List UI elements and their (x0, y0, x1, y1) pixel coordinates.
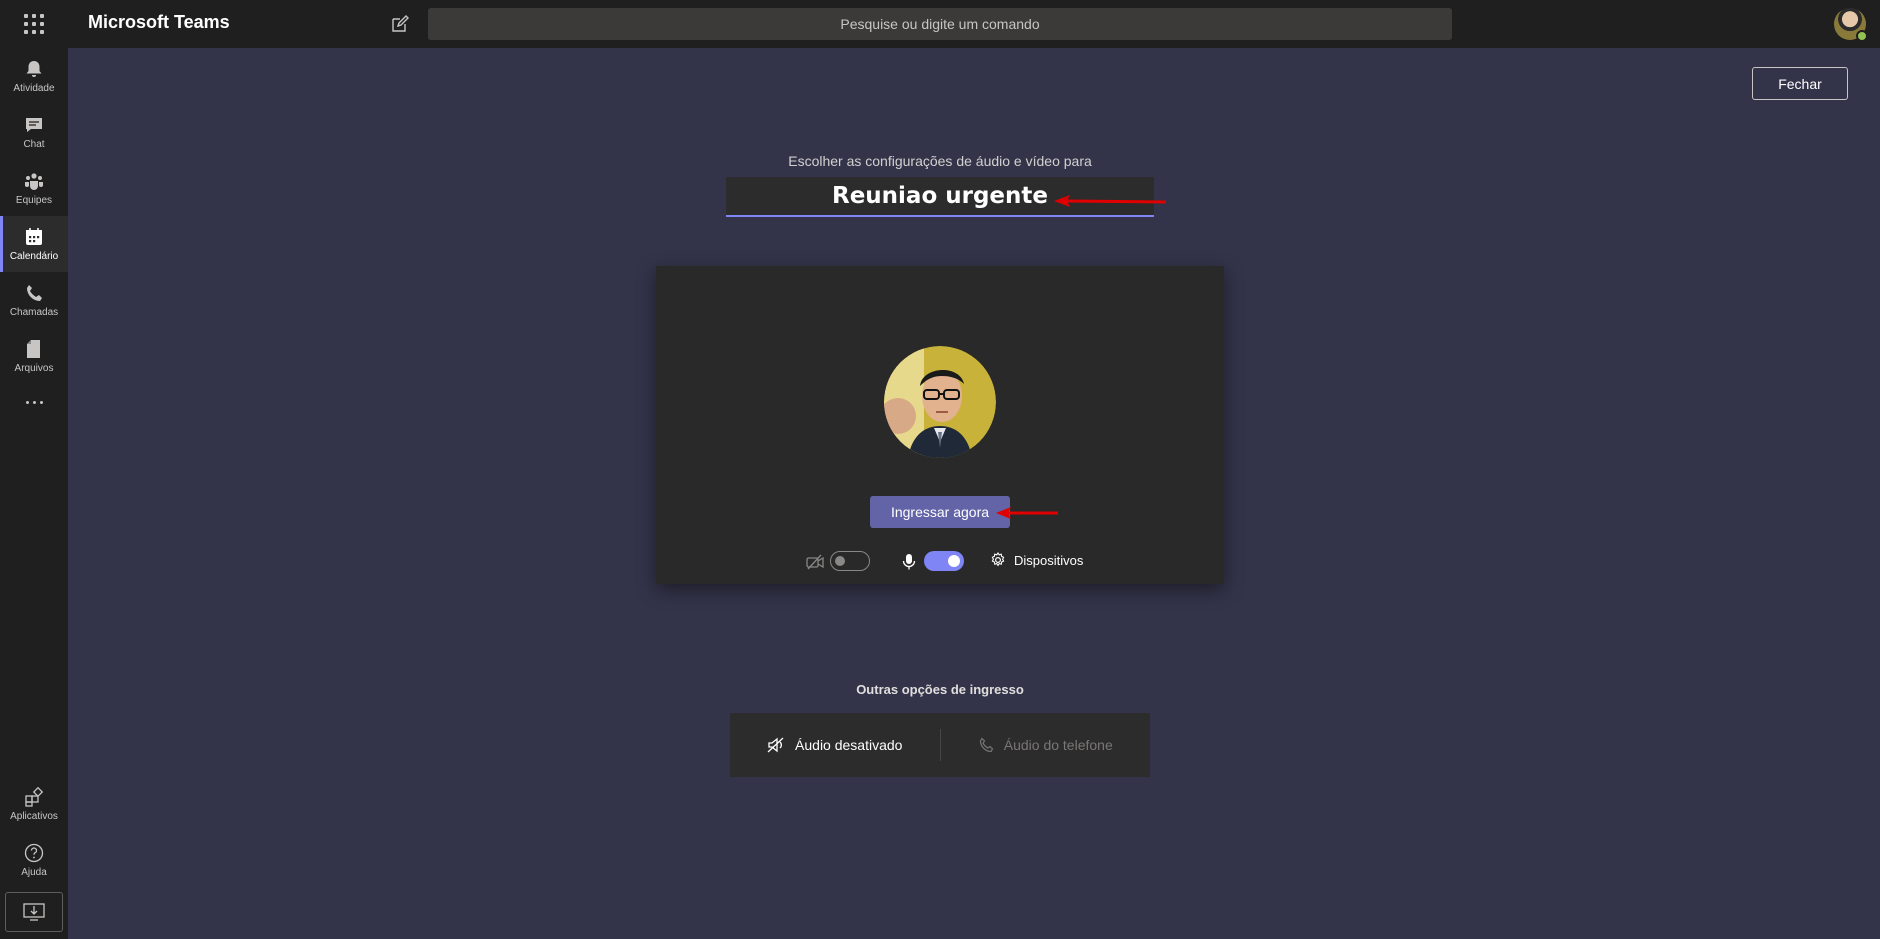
chat-icon (26, 117, 42, 132)
rail-item-files[interactable]: Arquivos (0, 328, 68, 384)
audio-off-option[interactable]: Áudio desativado (730, 713, 940, 777)
phone-audio-label: Áudio do telefone (1003, 737, 1113, 753)
camera-toggle[interactable] (830, 551, 870, 571)
more-apps-icon[interactable] (0, 386, 68, 418)
speaker-off-icon (767, 737, 784, 753)
other-join-options-label: Outras opções de ingresso (856, 682, 1024, 697)
gear-icon (991, 552, 1005, 567)
file-icon (27, 339, 40, 358)
phone-audio-option: Áudio do telefone (941, 713, 1151, 777)
rail-item-chat[interactable]: Chat (0, 104, 68, 160)
rail-item-calendar[interactable]: Calendário (0, 216, 68, 272)
audio-off-label: Áudio desativado (795, 737, 903, 753)
rail-item-activity[interactable]: Atividade (0, 48, 68, 104)
rail-item-label: Ajuda (21, 866, 47, 878)
other-join-options: Áudio desativado Áudio do telefone (730, 713, 1150, 777)
rail-item-label: Arquivos (14, 362, 54, 374)
rail-item-calls[interactable]: Chamadas (0, 272, 68, 328)
apps-icon (25, 786, 44, 807)
devices-label: Dispositivos (1014, 552, 1084, 568)
user-avatar-large (884, 346, 996, 458)
help-icon (24, 843, 44, 862)
devices-button[interactable]: Dispositivos (990, 552, 1083, 568)
microphone-toggle[interactable] (924, 551, 964, 571)
rail-item-apps[interactable]: Aplicativos (0, 776, 68, 832)
presence-available-icon (1856, 30, 1868, 42)
join-now-button[interactable]: Ingressar agora (870, 496, 1010, 528)
microphone-icon (902, 554, 916, 570)
calendar-icon (26, 227, 42, 245)
user-avatar[interactable] (1834, 8, 1868, 42)
compose-icon[interactable] (390, 14, 410, 34)
prejoin-subtitle: Escolher as configurações de áudio e víd… (788, 153, 1092, 169)
video-preview-panel: Ingressar agora Dispositivos (656, 266, 1224, 584)
rail-item-label: Atividade (13, 82, 55, 94)
red-arrow-annotation-icon (996, 507, 1058, 519)
download-app-button[interactable] (5, 892, 63, 932)
camera-off-icon (806, 554, 824, 570)
search-input[interactable] (428, 8, 1452, 40)
top-bar: Microsoft Teams (0, 0, 1880, 48)
app-title: Microsoft Teams (88, 12, 230, 32)
rail-item-label: Calendário (9, 250, 59, 262)
rail-item-help[interactable]: Ajuda (0, 832, 68, 888)
red-arrow-annotation-icon (1054, 195, 1167, 207)
teams-icon (25, 172, 43, 190)
rail-item-label: Chat (23, 138, 45, 150)
close-button[interactable]: Fechar (1752, 67, 1848, 100)
rail-item-label: Equipes (15, 194, 53, 206)
app-rail: Atividade Chat Equipes Calendário Chamad… (0, 48, 68, 939)
phone-icon (979, 737, 994, 753)
phone-icon (27, 284, 42, 301)
download-icon (23, 903, 45, 921)
rail-item-label: Chamadas (9, 306, 59, 318)
app-launcher-icon[interactable] (22, 12, 46, 36)
bell-icon (26, 60, 42, 77)
rail-item-label: Aplicativos (10, 810, 58, 822)
